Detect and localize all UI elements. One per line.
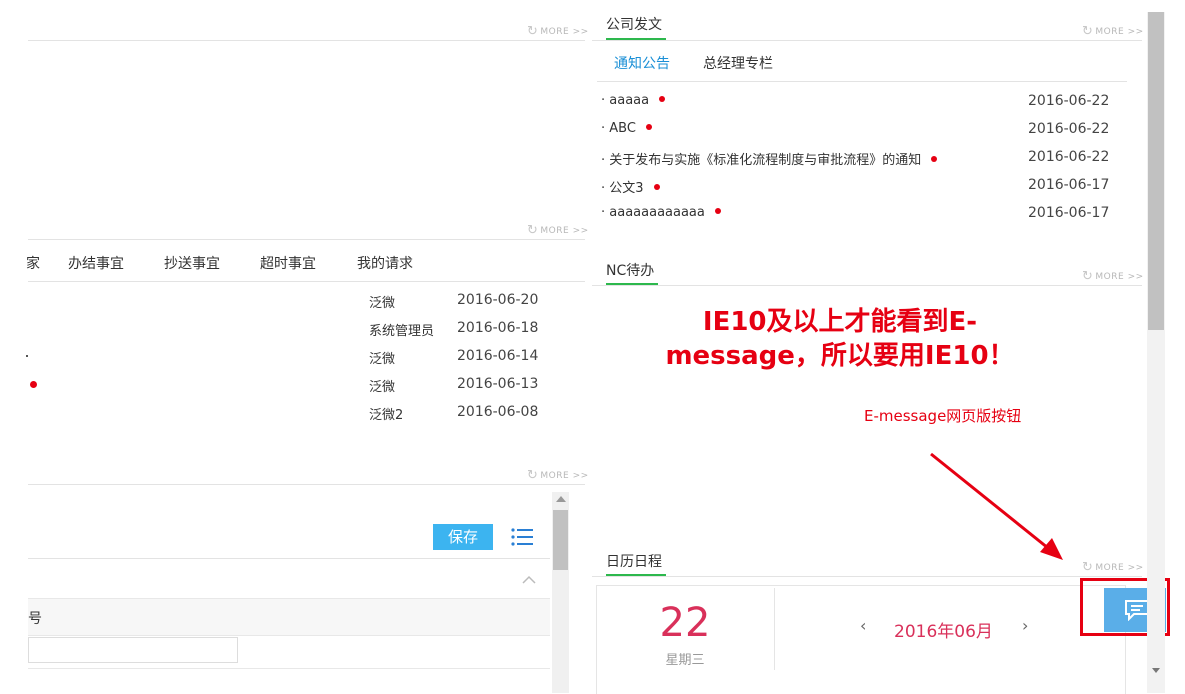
refresh-icon: ↻ [1082, 560, 1094, 575]
calendar-widget: 22 星期三 ‹ 2016年06月 › [596, 585, 1126, 694]
refresh-icon: ↻ [527, 468, 539, 483]
row-date: 2016-06-18 [457, 320, 539, 336]
divider [28, 281, 585, 282]
divider [28, 558, 550, 559]
unread-dot [714, 208, 721, 214]
row-person: 系统管理员 [369, 324, 435, 339]
unread-dot [645, 124, 652, 130]
annotation-arrow-icon [930, 452, 1063, 560]
row-person: 泛微2 [369, 408, 404, 423]
form-row: 号 [28, 598, 550, 636]
form-frame: 保存 号 [28, 488, 570, 693]
row-person: 泛微 [369, 380, 396, 395]
doc-date: 2016-06-22 [1028, 93, 1110, 109]
doc-item[interactable]: · 公文3 [601, 177, 660, 196]
divider [28, 484, 585, 485]
refresh-icon: ↻ [527, 24, 539, 39]
page-scrollbar[interactable] [1147, 12, 1165, 693]
divider [774, 588, 775, 670]
calendar-month: 2016年06月 [894, 622, 993, 642]
prev-month-icon[interactable]: ‹ [860, 616, 866, 635]
more-link[interactable]: ↻ MORE >> [1082, 269, 1144, 284]
divider [28, 239, 585, 240]
unread-dot [30, 381, 37, 388]
scroll-thumb[interactable] [1148, 12, 1164, 330]
unread-dot [659, 96, 666, 102]
tab-my-requests[interactable]: 我的请求 [357, 253, 413, 273]
doc-date: 2016-06-22 [1028, 149, 1110, 165]
scroll-up-arrow-icon[interactable] [556, 496, 566, 502]
section-title-nc: NC待办 [606, 263, 655, 279]
more-link[interactable]: ↻ MORE >> [1082, 24, 1144, 39]
divider [28, 40, 585, 41]
doc-item[interactable]: · aaaaa [601, 93, 666, 108]
scroll-thumb[interactable] [553, 510, 568, 570]
section-title-calendar: 日历日程 [606, 554, 662, 570]
emessage-annotation: E-message网页版按钮 [864, 407, 1022, 425]
doc-date: 2016-06-17 [1028, 177, 1110, 193]
more-link[interactable]: ↻ MORE >> [1082, 560, 1144, 575]
bullet [26, 355, 28, 357]
refresh-icon: ↻ [527, 223, 539, 238]
more-link[interactable]: ↻ MORE >> [527, 468, 589, 483]
list-menu-icon[interactable] [510, 526, 536, 548]
divider [592, 285, 1142, 286]
unread-dot [653, 184, 660, 190]
divider [28, 668, 550, 669]
more-link[interactable]: ↻ MORE >> [527, 223, 589, 238]
save-button[interactable]: 保存 [433, 524, 493, 550]
row-date: 2016-06-14 [457, 348, 539, 364]
tab-gm-column[interactable]: 总经理专栏 [703, 53, 773, 73]
row-date: 2016-06-13 [457, 376, 539, 392]
tab-partial[interactable]: 家 [26, 253, 40, 273]
ie10-notice: IE10及以上才能看到E- message，所以要用IE10！ [665, 307, 1015, 371]
next-month-icon[interactable]: › [1022, 616, 1028, 635]
doc-item[interactable]: · ABC [601, 121, 652, 136]
scroll-down-arrow-icon[interactable] [1152, 668, 1160, 673]
calendar-weekday: 星期三 [665, 653, 705, 668]
section-title-docs: 公司发文 [606, 17, 662, 33]
unread-dot [931, 156, 938, 162]
row-person: 泛微 [369, 352, 396, 367]
refresh-icon: ↻ [1082, 24, 1094, 39]
doc-item[interactable]: · 关于发布与实施《标准化流程制度与审批流程》的通知 [601, 149, 938, 168]
row-date: 2016-06-08 [457, 404, 539, 420]
tab-cc[interactable]: 抄送事宜 [164, 253, 220, 273]
doc-date: 2016-06-22 [1028, 121, 1110, 137]
more-link[interactable]: ↻ MORE >> [527, 24, 589, 39]
divider [592, 40, 1142, 41]
doc-item[interactable]: · aaaaaaaaaaaa [601, 205, 721, 220]
field-label: 号 [28, 611, 42, 627]
row-date: 2016-06-20 [457, 292, 539, 308]
divider [597, 81, 1127, 82]
calendar-day: 22 [659, 600, 711, 646]
text-input[interactable] [28, 637, 238, 663]
tab-notices[interactable]: 通知公告 [614, 53, 670, 73]
divider [592, 576, 1142, 577]
row-person: 泛微 [369, 296, 396, 311]
tab-overdue[interactable]: 超时事宜 [260, 253, 316, 273]
inner-scrollbar[interactable] [552, 492, 569, 693]
refresh-icon: ↻ [1082, 269, 1094, 284]
doc-date: 2016-06-17 [1028, 205, 1110, 221]
tab-done[interactable]: 办结事宜 [68, 253, 124, 273]
chevron-up-icon[interactable] [522, 570, 536, 584]
